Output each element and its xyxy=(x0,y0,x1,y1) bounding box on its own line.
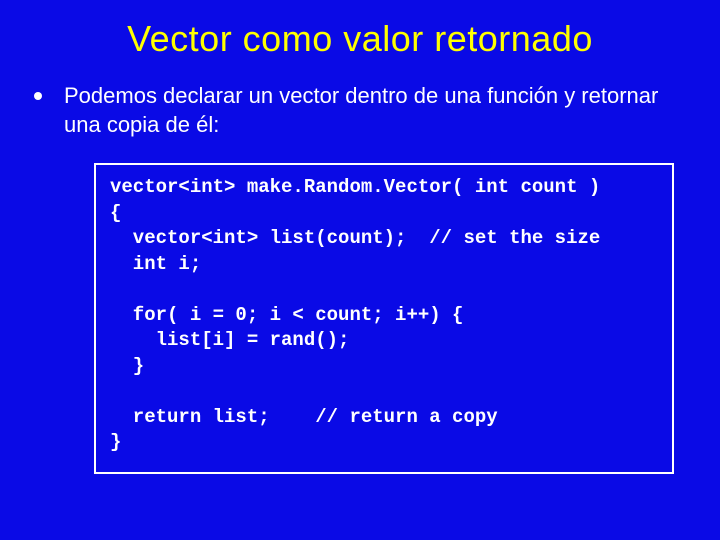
code-line: } xyxy=(110,354,658,380)
code-line: list[i] = rand(); xyxy=(110,328,658,354)
code-line: vector<int> make.Random.Vector( int coun… xyxy=(110,175,658,201)
code-line: for( i = 0; i < count; i++) { xyxy=(110,303,658,329)
code-line: return list; // return a copy xyxy=(110,405,658,431)
bullet-text: Podemos declarar un vector dentro de una… xyxy=(64,82,692,139)
code-blank-line xyxy=(110,278,658,303)
code-line: } xyxy=(110,430,658,456)
bullet-icon xyxy=(34,92,42,100)
code-line: vector<int> list(count); // set the size xyxy=(110,226,658,252)
code-line: { xyxy=(110,201,658,227)
code-line: int i; xyxy=(110,252,658,278)
code-blank-line xyxy=(110,380,658,405)
bullet-item: Podemos declarar un vector dentro de una… xyxy=(28,82,692,139)
code-block: vector<int> make.Random.Vector( int coun… xyxy=(94,163,674,474)
slide: Vector como valor retornado Podemos decl… xyxy=(0,0,720,540)
slide-title: Vector como valor retornado xyxy=(28,18,692,60)
